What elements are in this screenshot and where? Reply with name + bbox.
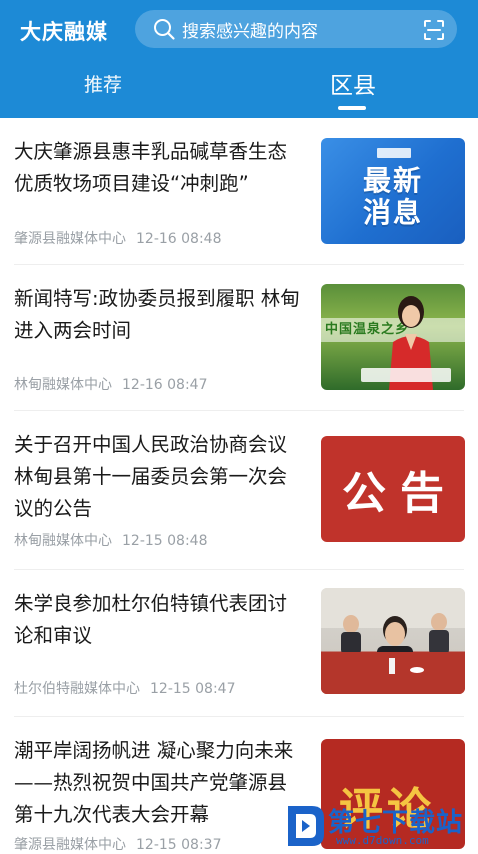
article-source: 林甸融媒体中心: [14, 533, 112, 549]
meeting-photo: [321, 588, 465, 694]
search-icon: [152, 17, 176, 41]
channel-tabs: 推荐 区县: [0, 60, 478, 118]
search-placeholder: 搜索感兴趣的内容: [182, 21, 318, 42]
article-time: 12-15 08:47: [150, 681, 236, 697]
article-time: 12-15 08:48: [122, 533, 208, 549]
tab-recommend[interactable]: 推荐: [68, 70, 138, 97]
thumb-caption-line: 最新: [362, 164, 423, 197]
watermark-logo-icon: [288, 806, 324, 846]
watermark-url: www.d7down.com: [336, 834, 429, 847]
thumb-lower-third: [361, 368, 451, 382]
article-meta: 肇源县融媒体中心 12-16 08:48: [14, 228, 221, 248]
article-thumbnail[interactable]: 中国温泉之乡: [321, 284, 465, 390]
article-time: 12-16 08:48: [136, 231, 222, 247]
search-bar[interactable]: 搜索感兴趣的内容: [135, 10, 457, 48]
thumb-logo-badge: [377, 148, 411, 158]
list-item[interactable]: 朱学良参加杜尔伯特镇代表团讨论和审议 杜尔伯特融媒体中心 12-15 08:47: [0, 570, 478, 716]
article-source: 肇源县融媒体中心: [14, 837, 126, 853]
thumb-notice-text: 公告: [342, 468, 458, 519]
article-time: 12-16 08:47: [122, 377, 208, 393]
article-meta: 肇源县融媒体中心 12-15 08:37: [14, 834, 221, 854]
active-tab-indicator: [338, 106, 366, 110]
article-thumbnail[interactable]: 公告: [321, 436, 465, 542]
article-title[interactable]: 大庆肇源县惠丰乳品碱草香生态优质牧场项目建设“冲刺跑”: [14, 136, 306, 200]
thumb-caption-line: 消息: [362, 196, 423, 229]
article-thumbnail[interactable]: [321, 588, 465, 694]
site-watermark: 第七下载站 www.d7down.com: [284, 800, 478, 850]
article-source: 肇源县融媒体中心: [14, 231, 126, 247]
list-item[interactable]: 大庆肇源县惠丰乳品碱草香生态优质牧场项目建设“冲刺跑” 肇源县融媒体中心 12-1…: [0, 118, 478, 264]
thumb-caption: 最新 消息: [363, 165, 423, 229]
list-item[interactable]: 新闻特写:政协委员报到履职 林甸进入两会时间 林甸融媒体中心 12-16 08:4…: [0, 265, 478, 410]
article-thumbnail[interactable]: 最新 消息: [321, 138, 465, 244]
app-header: 大庆融媒 搜索感兴趣的内容 推荐 区县: [0, 0, 478, 118]
article-title[interactable]: 新闻特写:政协委员报到履职 林甸进入两会时间: [14, 283, 306, 347]
scan-icon[interactable]: [423, 19, 445, 41]
article-time: 12-15 08:37: [136, 837, 222, 853]
article-meta: 林甸融媒体中心 12-16 08:47: [14, 374, 207, 394]
article-title[interactable]: 关于召开中国人民政治协商会议林甸县第十一届委员会第一次会议的公告: [14, 429, 306, 525]
article-title[interactable]: 朱学良参加杜尔伯特镇代表团讨论和审议: [14, 588, 306, 652]
app-logo: 大庆融媒: [20, 19, 108, 44]
article-title[interactable]: 潮平岸阔扬帆进 凝心聚力向未来 ——热烈祝贺中国共产党肇源县第十九次代表大会开幕: [14, 735, 306, 831]
tab-county[interactable]: 区县: [318, 66, 388, 100]
article-source: 林甸融媒体中心: [14, 377, 112, 393]
article-source: 杜尔伯特融媒体中心: [14, 681, 140, 697]
article-meta: 杜尔伯特融媒体中心 12-15 08:47: [14, 678, 235, 698]
list-item[interactable]: 关于召开中国人民政治协商会议林甸县第十一届委员会第一次会议的公告 林甸融媒体中心…: [0, 411, 478, 569]
article-meta: 林甸融媒体中心 12-15 08:48: [14, 530, 207, 550]
